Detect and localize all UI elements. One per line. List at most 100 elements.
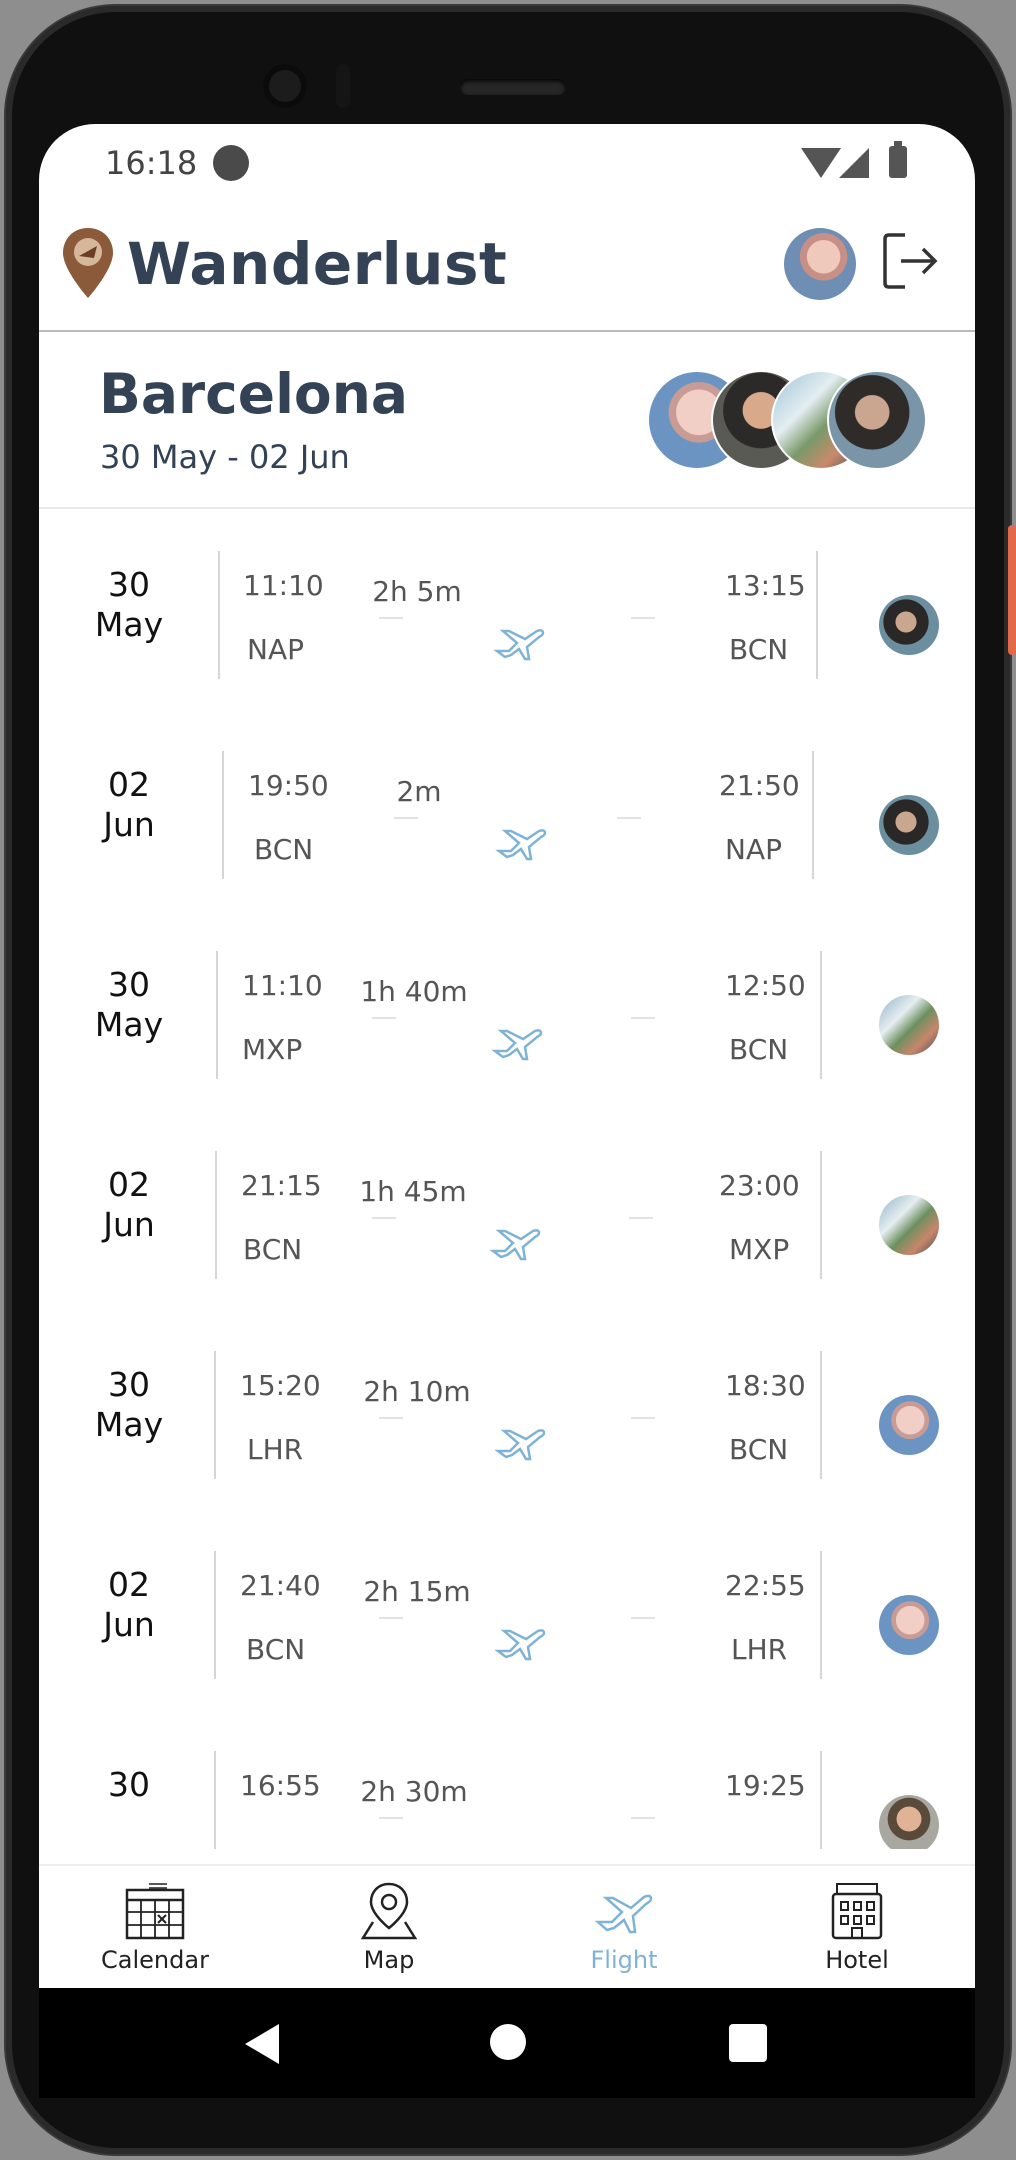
departure-airport: MXP — [242, 1033, 303, 1066]
hotel-icon — [831, 1883, 883, 1940]
flight-date: 02 Jun — [59, 1165, 199, 1245]
departure-time: 21:15 — [241, 1169, 322, 1202]
divider — [820, 1551, 822, 1679]
arrival-time: 12:50 — [725, 969, 806, 1002]
front-camera — [263, 64, 307, 108]
tab-flight[interactable]: Flight — [524, 1866, 724, 1988]
flight-date-month: Jun — [103, 1605, 155, 1644]
arrival-time: 22:55 — [725, 1569, 806, 1602]
trip-summary: Barcelona 30 May - 02 Jun — [39, 332, 975, 509]
flight-duration: 2h 10m — [363, 1375, 471, 1408]
tab-calendar[interactable]: Calendar — [55, 1866, 255, 1988]
side-button — [1008, 525, 1016, 655]
battery-icon — [889, 141, 907, 178]
tab-label: Map — [363, 1946, 415, 1974]
system-navigation-bar — [39, 1988, 975, 2098]
flight-duration: 2h 5m — [372, 575, 462, 608]
divider — [214, 1751, 216, 1849]
flight-date-day: 02 — [108, 1565, 150, 1604]
wifi-icon — [801, 148, 841, 178]
bottom-tab-bar: Calendar Map Flight Hotel — [39, 1864, 975, 1988]
plane-icon — [494, 1429, 546, 1461]
flight-date: 30 May — [59, 1365, 199, 1445]
plane-icon — [491, 1029, 543, 1061]
departure-airport: BCN — [246, 1633, 306, 1666]
flight-date-month: May — [94, 605, 164, 644]
arrival-time: 23:00 — [719, 1169, 800, 1202]
flight-date: 30 May — [59, 565, 199, 645]
flight-row[interactable]: 30 May 11:10 MXP 1h 40m 12:50 BCN — [39, 909, 975, 1109]
app-title: Wanderlust — [127, 230, 508, 298]
dash — [394, 817, 418, 819]
flight-date-month: Jun — [103, 1205, 155, 1244]
departure-airport: BCN — [243, 1233, 303, 1266]
dash — [379, 1817, 403, 1819]
traveler-avatar — [879, 995, 939, 1055]
logo-pin-icon — [63, 228, 113, 298]
trip-members[interactable] — [647, 370, 927, 470]
signal-icon — [839, 148, 869, 178]
flight-row[interactable]: 30 May 15:20 LHR 2h 10m 18:30 BCN — [39, 1309, 975, 1509]
dash — [631, 1017, 655, 1019]
flight-row[interactable]: 02 Jun 19:50 BCN 2m 21:50 NAP — [39, 709, 975, 909]
tab-hotel[interactable]: Hotel — [757, 1866, 957, 1988]
flight-date-day: 30 — [108, 565, 150, 604]
divider — [820, 1151, 822, 1279]
divider — [216, 951, 218, 1079]
flight-date-day: 30 — [108, 965, 150, 1004]
trip-city: Barcelona — [99, 362, 408, 426]
calendar-icon — [125, 1883, 185, 1940]
flight-duration: 2h 15m — [363, 1575, 471, 1608]
dash — [617, 817, 641, 819]
flight-date: 02 Jun — [59, 765, 199, 845]
tab-map[interactable]: Map — [289, 1866, 489, 1988]
flight-date: 30 — [59, 1765, 199, 1805]
recents-icon[interactable] — [729, 2024, 767, 2062]
user-avatar[interactable] — [784, 228, 856, 300]
departure-time: 11:10 — [242, 969, 323, 1002]
earpiece-speaker — [460, 79, 566, 95]
arrival-airport: BCN — [729, 1033, 789, 1066]
flight-row[interactable]: 30 May 11:10 NAP 2h 5m 13:15 BCN — [39, 509, 975, 709]
flight-row[interactable]: 02 Jun 21:40 BCN 2h 15m 22:55 LHR — [39, 1509, 975, 1709]
dash — [631, 1817, 655, 1819]
traveler-avatar — [879, 1595, 939, 1655]
flight-duration: 1h 40m — [360, 975, 468, 1008]
dash — [372, 1017, 396, 1019]
departure-time: 16:55 — [240, 1769, 321, 1802]
dash — [379, 1417, 403, 1419]
flight-duration: 1h 45m — [359, 1175, 467, 1208]
arrival-time: 21:50 — [719, 769, 800, 802]
dash — [631, 1417, 655, 1419]
logout-icon[interactable] — [881, 231, 939, 291]
traveler-avatar — [879, 1395, 939, 1455]
back-icon[interactable] — [245, 2024, 279, 2064]
divider — [214, 1351, 216, 1479]
divider — [214, 1551, 216, 1679]
member-avatar — [827, 370, 927, 470]
status-bar: 16:18 — [39, 124, 975, 204]
home-icon[interactable] — [490, 2024, 526, 2060]
flight-date-day: 02 — [108, 765, 150, 804]
departure-time: 11:10 — [243, 569, 324, 602]
traveler-avatar — [879, 795, 939, 855]
plane-icon — [494, 1629, 546, 1661]
dash — [631, 617, 655, 619]
flight-list[interactable]: 30 May 11:10 NAP 2h 5m 13:15 BCN 02 Jun … — [39, 509, 975, 1849]
arrival-airport: BCN — [729, 633, 789, 666]
divider — [218, 551, 220, 679]
arrival-airport: LHR — [731, 1633, 788, 1666]
flight-row[interactable]: 30 16:55 2h 30m 19:25 — [39, 1709, 975, 1849]
tab-label: Flight — [590, 1946, 658, 1974]
app-header: Wanderlust — [39, 204, 975, 332]
trip-dates: 30 May - 02 Jun — [100, 438, 350, 476]
app-screen: 16:18 Wanderlust Barcelona 30 May - 02 J… — [39, 124, 975, 1988]
map-pin-icon — [360, 1882, 418, 1940]
divider — [820, 951, 822, 1079]
departure-time: 21:40 — [240, 1569, 321, 1602]
flight-row[interactable]: 02 Jun 21:15 BCN 1h 45m 23:00 MXP — [39, 1109, 975, 1309]
plane-icon — [495, 829, 547, 861]
departure-time: 15:20 — [240, 1369, 321, 1402]
divider — [816, 551, 818, 679]
flight-duration: 2h 30m — [360, 1775, 468, 1808]
